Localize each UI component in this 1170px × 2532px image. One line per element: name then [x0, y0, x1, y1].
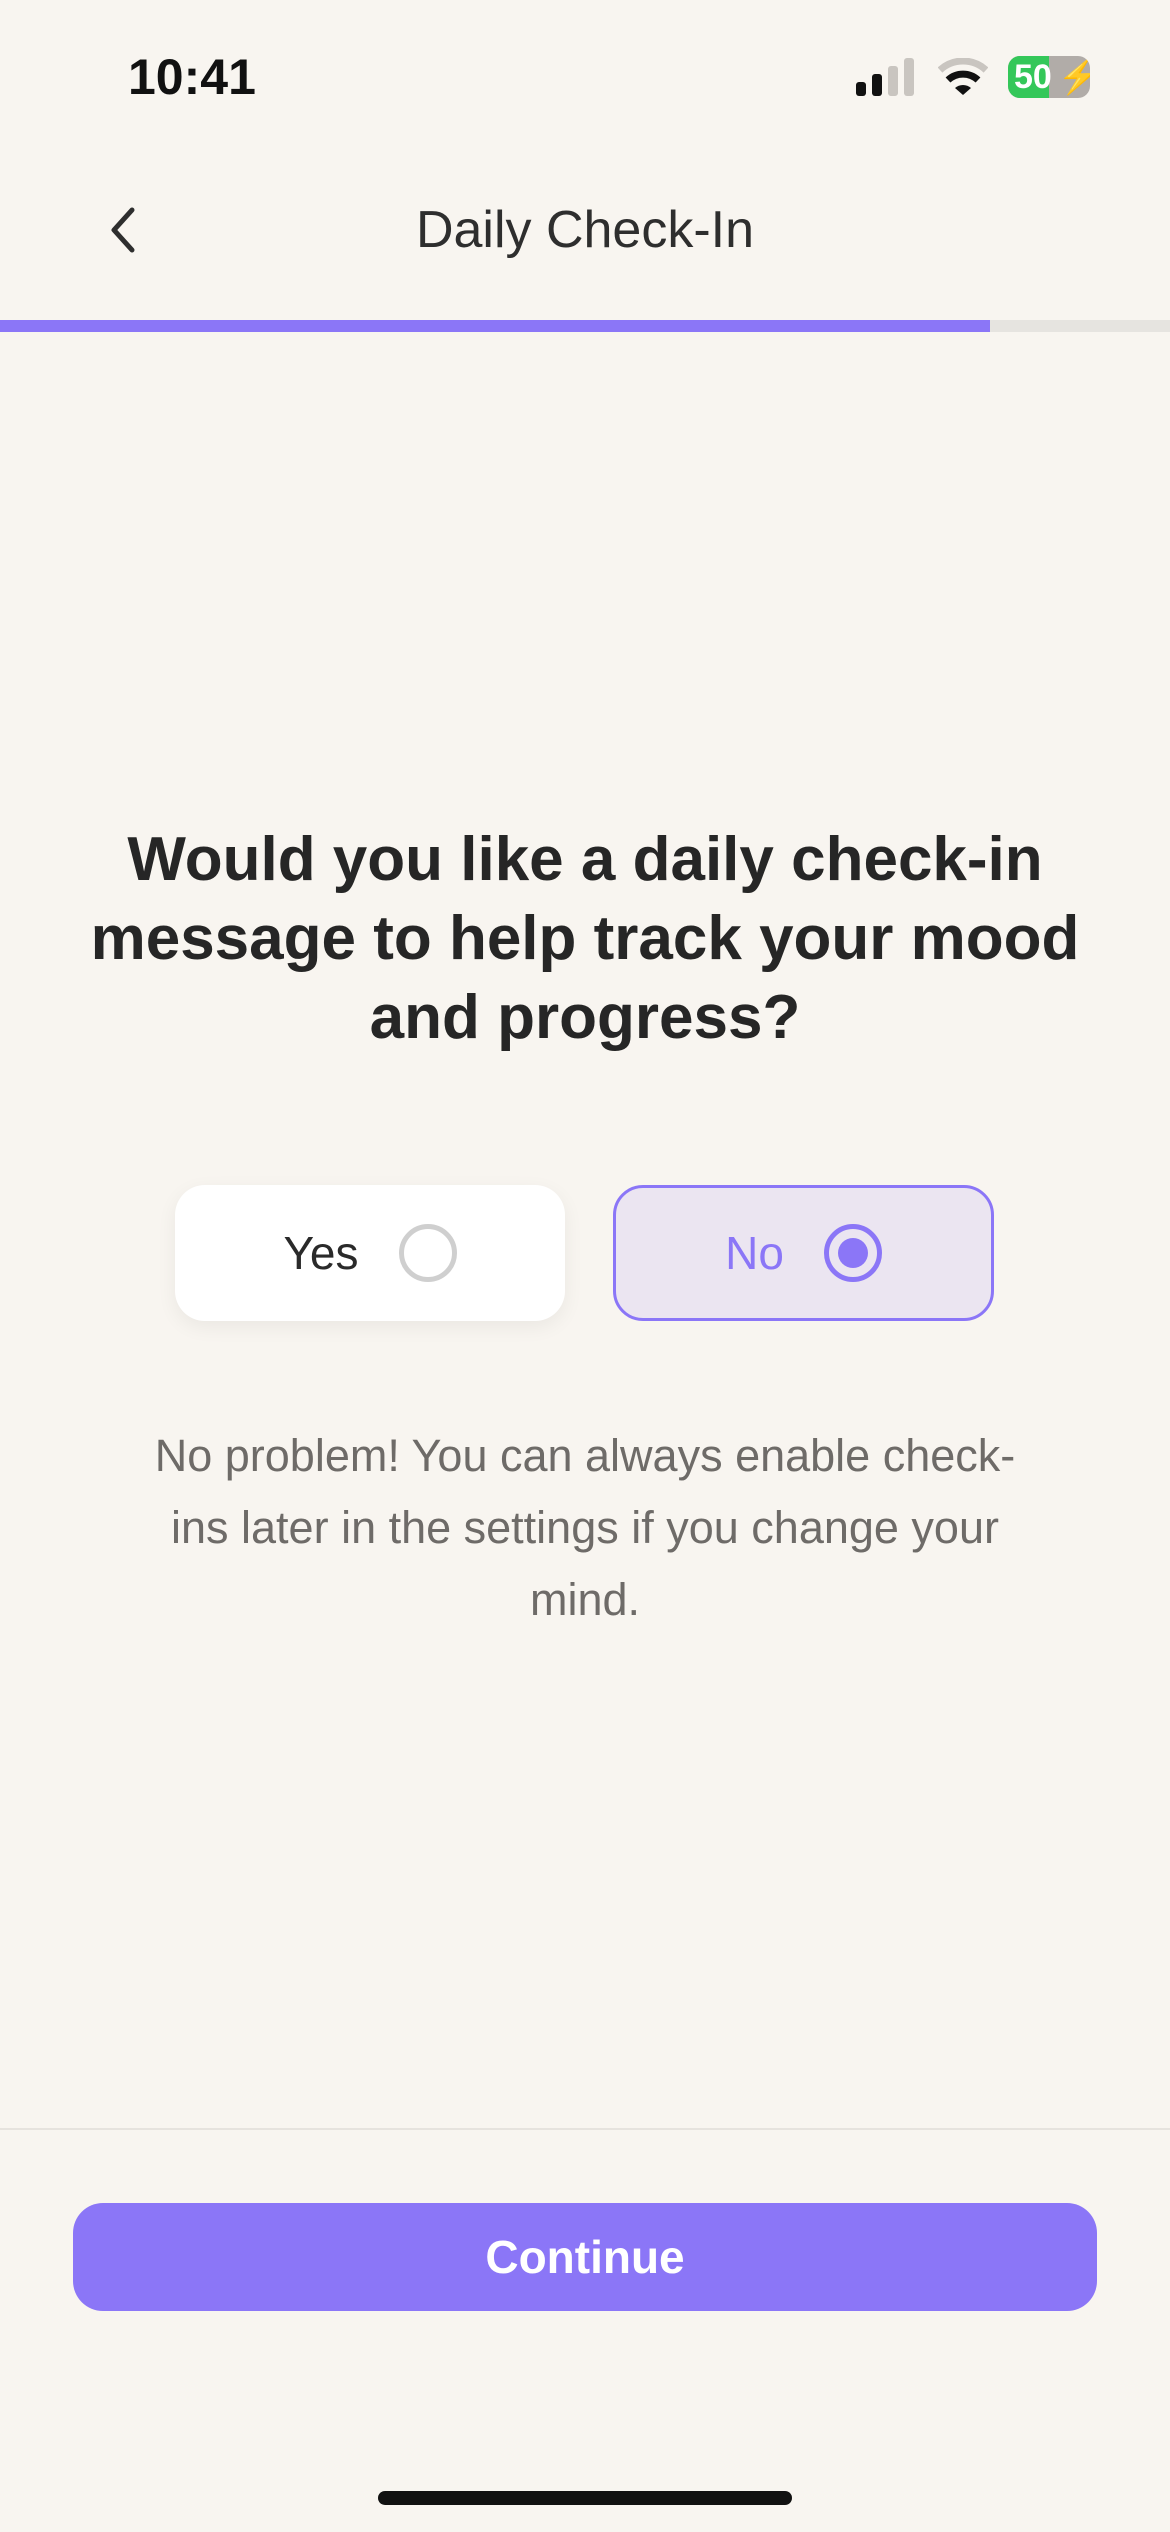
cellular-signal-icon — [856, 58, 914, 96]
page-title: Daily Check-In — [415, 201, 755, 259]
wifi-icon — [938, 58, 988, 95]
helper-text: No problem! You can always enable check-… — [154, 1430, 1016, 1625]
home-indicator — [378, 2491, 792, 2505]
option-yes-label: Yes — [283, 1227, 359, 1279]
question-text: Would you like a daily check-in message … — [90, 825, 1080, 1052]
status-time: 10:41 — [128, 49, 256, 105]
progress-bar — [0, 320, 1170, 332]
option-yes[interactable]: Yes — [175, 1185, 565, 1321]
divider — [0, 2128, 1170, 2130]
option-no[interactable]: No — [613, 1185, 994, 1321]
continue-button[interactable]: Continue — [73, 2203, 1097, 2311]
radio-selected-icon — [823, 1224, 882, 1282]
battery-level: 50 — [1014, 57, 1052, 96]
progress-fill — [0, 320, 990, 332]
radio-unselected-icon — [398, 1224, 457, 1282]
battery-icon: 50 ⚡ — [1008, 56, 1090, 98]
option-no-label: No — [725, 1227, 784, 1279]
